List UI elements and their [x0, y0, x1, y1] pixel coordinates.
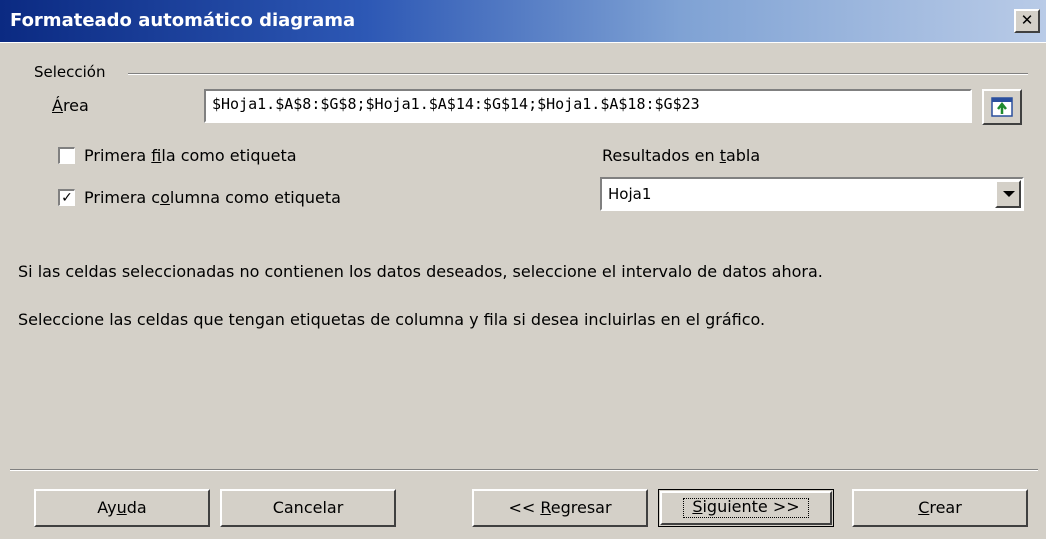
first-column-checkbox[interactable]: ✓ — [58, 189, 75, 206]
close-icon: ✕ — [1020, 11, 1034, 29]
results-table-value: Hoja1 — [608, 185, 652, 203]
next-button[interactable]: Siguiente >> — [658, 489, 834, 527]
shrink-dialog-icon — [991, 97, 1013, 117]
first-row-label[interactable]: Primera fila como etiqueta — [84, 146, 297, 165]
title-bar: Formateado automático diagrama ✕ — [0, 0, 1046, 43]
cancel-button[interactable]: Cancelar — [220, 489, 396, 527]
checkmark-icon: ✓ — [61, 190, 73, 206]
footer-divider — [10, 469, 1038, 471]
help-button[interactable]: Ayuda — [34, 489, 210, 527]
results-table-select[interactable]: Hoja1 — [600, 177, 1024, 211]
window-title: Formateado automático diagrama — [10, 10, 356, 31]
area-input[interactable]: $Hoja1.$A$8:$G$8;$Hoja1.$A$14:$G$14;$Hoj… — [204, 89, 972, 123]
selection-group-divider — [128, 73, 1028, 75]
close-button[interactable]: ✕ — [1014, 9, 1040, 33]
info-text-2: Seleccione las celdas que tengan etiquet… — [18, 310, 766, 329]
back-button[interactable]: << Regresar — [472, 489, 648, 527]
info-text-1: Si las celdas seleccionadas no contienen… — [18, 262, 823, 281]
area-label: Área — [52, 96, 89, 115]
results-table-label: Resultados en tabla — [602, 146, 761, 165]
create-button[interactable]: Crear — [852, 489, 1028, 527]
first-column-label[interactable]: Primera columna como etiqueta — [84, 188, 341, 207]
selection-group-label: Selección — [34, 63, 106, 81]
chevron-down-icon[interactable] — [995, 180, 1021, 208]
shrink-button[interactable] — [982, 89, 1022, 125]
first-row-checkbox[interactable] — [58, 147, 75, 164]
